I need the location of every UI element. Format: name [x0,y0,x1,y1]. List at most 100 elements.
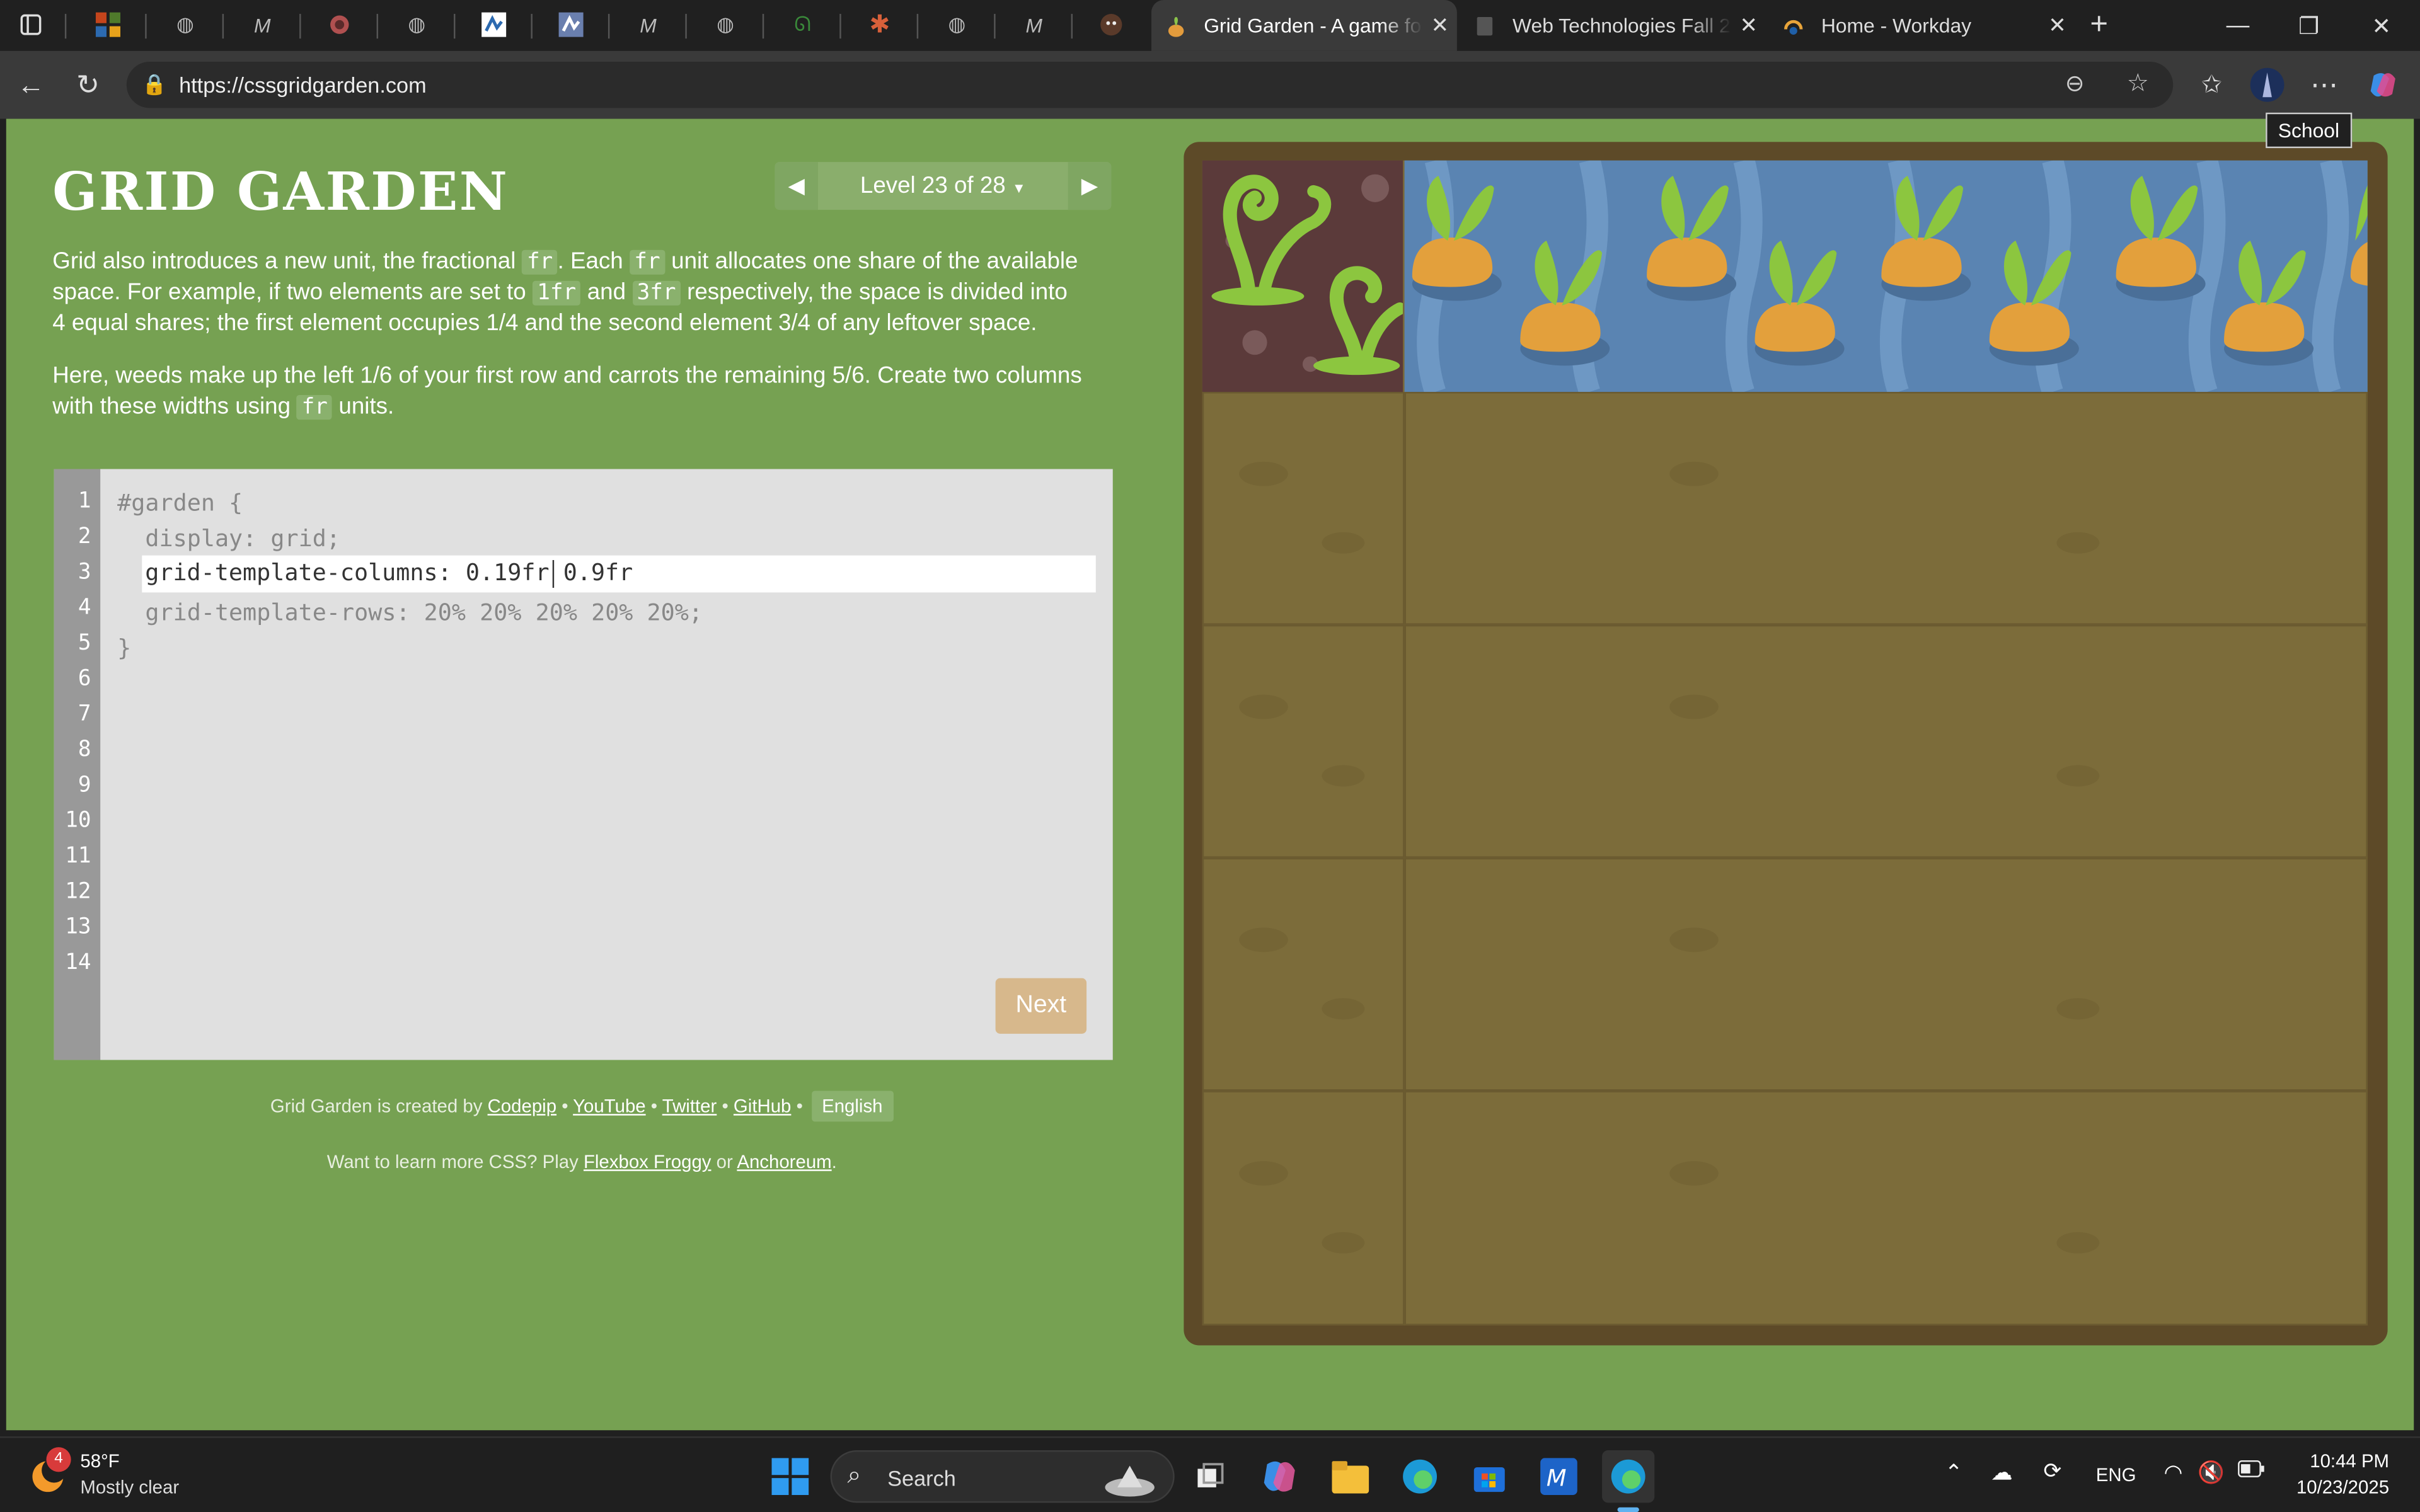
wifi-icon[interactable]: ◠ [2164,1460,2182,1486]
separator [994,14,996,39]
m-app-icon[interactable]: M [1533,1450,1585,1503]
swirl-icon[interactable]: ᘏ [787,9,818,40]
weather-description[interactable]: Mostly clear [80,1477,179,1498]
twitter-link[interactable]: Twitter [662,1096,717,1117]
file-explorer-icon[interactable] [1324,1450,1376,1503]
github-link[interactable]: GitHub [734,1096,791,1117]
show-hidden-icons-icon[interactable]: ⌃ [1945,1460,1963,1486]
weeds-area [1202,160,1403,392]
lock-icon: 🔒 [142,72,167,96]
weather-badge: 4 [46,1447,71,1472]
carrot-icon [1989,241,2079,366]
store-icon[interactable] [1463,1450,1516,1503]
sidebar-toggle-icon[interactable] [15,9,46,40]
separator [299,14,301,39]
globe-icon[interactable]: ◍ [401,9,432,40]
language-button[interactable]: English [810,1091,894,1122]
address-bar[interactable]: 🔒 https://cssgridgarden.com ⊖ ☆ [126,61,2174,108]
next-level-icon[interactable]: ▶ [1068,162,1112,210]
flexbox-froggy-link[interactable]: Flexbox Froggy [584,1151,712,1172]
separator-dot: • [556,1095,573,1118]
globe-icon[interactable]: ◍ [710,9,741,40]
level-selector[interactable]: ◀ Level 23 of 28 ▼ ▶ [775,162,1112,210]
edge-active-icon[interactable] [1602,1450,1655,1503]
windows-start-icon[interactable] [764,1450,816,1503]
credits-line: Grid Garden is created by Codepip • YouT… [52,1091,1111,1122]
onedrive-icon[interactable]: ☁ [1991,1460,2012,1486]
sync-icon[interactable]: ⟳ [2043,1458,2061,1484]
more-options-icon[interactable]: ⊖ [2065,69,2085,98]
globe-icon[interactable]: ◍ [170,9,200,40]
favorites-icon[interactable]: ✩ [2193,66,2230,103]
new-tab-icon[interactable]: + [2083,7,2114,41]
input-language[interactable]: ENG [2096,1464,2136,1486]
asterisk-icon[interactable]: ✱ [864,9,895,40]
web-page: GRID GARDEN ◀ Level 23 of 28 ▼ ▶ Grid al… [6,118,2414,1431]
css-input-value[interactable]: grid-template-columns: 0.19fr 0.9fr [145,559,633,587]
m-logo-icon[interactable]: M [247,9,278,40]
soil-cell [1202,857,1405,1091]
close-tab-icon[interactable]: ✕ [1732,13,1766,39]
address-toolbar: ← ↻ 🔒 https://cssgridgarden.com ⊖ ☆ ✩ ⋯ [0,50,2420,119]
line-number: 8 [78,737,91,762]
m-logo-icon[interactable]: M [633,9,664,40]
soil-cell [1404,624,2368,858]
m-logo-icon[interactable]: M [1018,9,1049,40]
restore-icon[interactable]: ❐ [2273,0,2344,51]
image-site-icon[interactable] [478,9,509,40]
copilot-taskbar-icon[interactable] [1253,1450,1306,1503]
separator [762,14,764,39]
favorite-star-icon[interactable]: ☆ [2127,68,2149,99]
code-line: } [117,634,132,662]
image-site-icon[interactable] [556,9,587,40]
avatar-icon[interactable] [1096,9,1127,40]
task-view-icon[interactable] [1184,1450,1236,1503]
tab-grid-garden[interactable]: Grid Garden - A game for ✕ [1151,0,1457,51]
screen: ◍ M ◍ M ◍ ᘏ ✱ ◍ M Grid Garden - A game f… [0,0,2420,1512]
promo-text: or [711,1150,737,1173]
separator [222,14,224,39]
carrot-icon [2350,185,2368,286]
close-tab-icon[interactable]: ✕ [1423,13,1457,39]
copilot-icon[interactable] [2365,66,2402,103]
carrot-favicon-icon [1164,13,1189,38]
line-number: 11 [65,844,91,869]
codepip-link[interactable]: Codepip [488,1096,556,1117]
weather-temperature[interactable]: 58°F [80,1450,119,1472]
separator [454,14,456,39]
globe-icon[interactable]: ◍ [942,9,972,40]
close-window-icon[interactable]: ✕ [2346,0,2417,51]
separator [531,14,533,39]
tab-web-technologies[interactable]: Web Technologies Fall 20 ✕ [1460,0,1766,51]
previous-level-icon[interactable]: ◀ [775,162,818,210]
caret-down-icon: ▼ [1011,180,1026,197]
tab-workday[interactable]: Home - Workday ✕ [1769,0,2075,51]
weather-icon[interactable]: 4 [28,1447,71,1497]
youtube-link[interactable]: YouTube [573,1096,645,1117]
anchoreum-link[interactable]: Anchoreum [737,1151,831,1172]
next-button[interactable]: Next [995,978,1087,1034]
edge-icon[interactable] [1393,1450,1446,1503]
pinned-app-icon[interactable] [93,9,124,40]
clock-date[interactable]: 10/23/2025 [2287,1477,2389,1498]
refresh-icon[interactable]: ↻ [69,66,107,103]
separator [916,14,919,39]
taskbar-search[interactable]: ⌕ Search [830,1450,1175,1503]
search-highlight-icon [1096,1457,1158,1500]
minimize-icon[interactable]: — [2203,0,2274,51]
text: and [580,279,633,306]
tab-title: Grid Garden - A game for [1204,14,1423,37]
profile-avatar[interactable] [2249,66,2286,103]
url-text[interactable]: https://cssgridgarden.com [179,72,427,97]
battery-icon[interactable] [2238,1460,2266,1483]
record-icon[interactable] [324,9,355,40]
volume-muted-icon[interactable]: 🔇 [2198,1460,2225,1486]
clock-time[interactable]: 10:44 PM [2306,1450,2389,1472]
tab-title: Web Technologies Fall 20 [1512,14,1732,37]
close-tab-icon[interactable]: ✕ [2041,13,2075,39]
settings-more-icon[interactable]: ⋯ [2306,66,2343,103]
css-code-input[interactable]: grid-template-columns: 0.19fr 0.9fr [142,555,1096,593]
level-dropdown[interactable]: Level 23 of 28 ▼ [818,173,1068,199]
line-number: 14 [65,950,91,975]
back-icon[interactable]: ← [13,66,50,103]
